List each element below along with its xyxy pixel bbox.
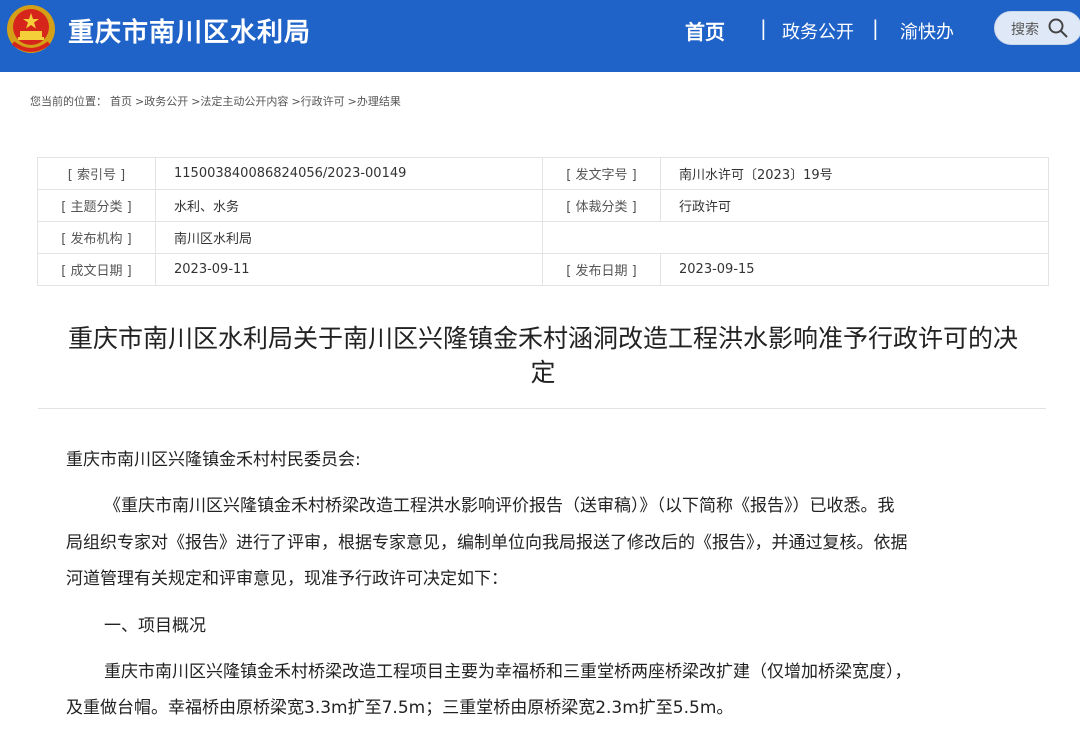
breadcrumb-item-home[interactable]: 首页 <box>110 95 132 108</box>
national-emblem-icon <box>7 5 55 53</box>
site-header: 重庆市南川区水利局 首页 | 政务公开 | 渝快办 搜索 <box>0 0 1080 72</box>
document-metadata-table: [ 索引号 ] 115003840086824056/2023-00149 [ … <box>37 157 1049 286</box>
addressee: 重庆市南川区兴隆镇金禾村村民委员会: <box>66 450 361 470</box>
table-row: [ 发布机构 ] 南川区水利局 <box>37 221 1049 254</box>
search-box[interactable]: 搜索 <box>994 11 1080 45</box>
table-row: [ 主题分类 ] 水利、水务 [ 体裁分类 ] 行政许可 <box>37 189 1049 222</box>
empty-cell <box>542 221 1049 254</box>
search-label: 搜索 <box>1011 22 1039 38</box>
section-heading: 一、项目概况 <box>104 616 206 636</box>
body-paragraph-line: 《重庆市南川区兴隆镇金禾村桥梁改造工程洪水影响评价报告（送审稿）》（以下简称《报… <box>104 496 895 516</box>
document-title: 重庆市南川区水利局关于南川区兴隆镇金禾村涵洞改造工程洪水影响准予行政许可的决 定 <box>28 322 1058 390</box>
breadcrumb-item-results[interactable]: >办理结果 <box>348 95 401 108</box>
document-number-value: 南川水许可〔2023〕19号 <box>660 157 1049 190</box>
breadcrumb-prefix: 您当前的位置： <box>30 95 107 108</box>
nav-separator: | <box>760 16 767 40</box>
body-paragraph-line: 重庆市南川区兴隆镇金禾村桥梁改造工程项目主要为幸福桥和三重堂桥两座桥梁改扩建（仅… <box>104 662 912 682</box>
breadcrumb-item-statutory[interactable]: >法定主动公开内容 <box>191 95 288 108</box>
publisher-label: [ 发布机构 ] <box>37 221 156 254</box>
body-paragraph-line: 河道管理有关规定和评审意见，现准予行政许可决定如下： <box>66 569 508 589</box>
written-date-value: 2023-09-11 <box>155 253 543 286</box>
publisher-value: 南川区水利局 <box>155 221 543 254</box>
publish-date-label: [ 发布日期 ] <box>542 253 661 286</box>
nav-home[interactable]: 首页 <box>685 16 725 45</box>
body-paragraph-line: 及重做台帽。幸福桥由原桥梁宽3.3m扩至7.5m；三重堂桥由原桥梁宽2.3m扩至… <box>66 698 734 718</box>
body-paragraph-line: 局组织专家对《报告》进行了评审，根据专家意见，编制单位向我局报送了修改后的《报告… <box>66 533 908 553</box>
index-number-label: [ 索引号 ] <box>37 157 156 190</box>
document-title-line: 定 <box>530 358 556 387</box>
topic-category-label: [ 主题分类 ] <box>37 189 156 222</box>
publish-date-value: 2023-09-15 <box>660 253 1049 286</box>
title-divider <box>38 408 1046 409</box>
document-number-label: [ 发文字号 ] <box>542 157 661 190</box>
nav-separator: | <box>872 16 879 40</box>
genre-category-label: [ 体裁分类 ] <box>542 189 661 222</box>
index-number-value: 115003840086824056/2023-00149 <box>155 157 543 190</box>
site-title[interactable]: 重庆市南川区水利局 <box>68 12 311 49</box>
breadcrumb-item-open-gov[interactable]: >政务公开 <box>135 95 188 108</box>
search-icon[interactable] <box>1047 17 1069 39</box>
breadcrumb: 您当前的位置： 首页 >政务公开 >法定主动公开内容 >行政许可 >办理结果 <box>30 93 404 109</box>
nav-open-government[interactable]: 政务公开 <box>782 18 854 44</box>
breadcrumb-item-admin-license[interactable]: >行政许可 <box>291 95 344 108</box>
nav-yu-kuai-ban[interactable]: 渝快办 <box>900 18 954 44</box>
genre-category-value: 行政许可 <box>660 189 1049 222</box>
topic-category-value: 水利、水务 <box>155 189 543 222</box>
table-row: [ 成文日期 ] 2023-09-11 [ 发布日期 ] 2023-09-15 <box>37 253 1049 286</box>
table-row: [ 索引号 ] 115003840086824056/2023-00149 [ … <box>37 157 1049 190</box>
document-title-line: 重庆市南川区水利局关于南川区兴隆镇金禾村涵洞改造工程洪水影响准予行政许可的决 <box>67 324 1018 353</box>
written-date-label: [ 成文日期 ] <box>37 253 156 286</box>
